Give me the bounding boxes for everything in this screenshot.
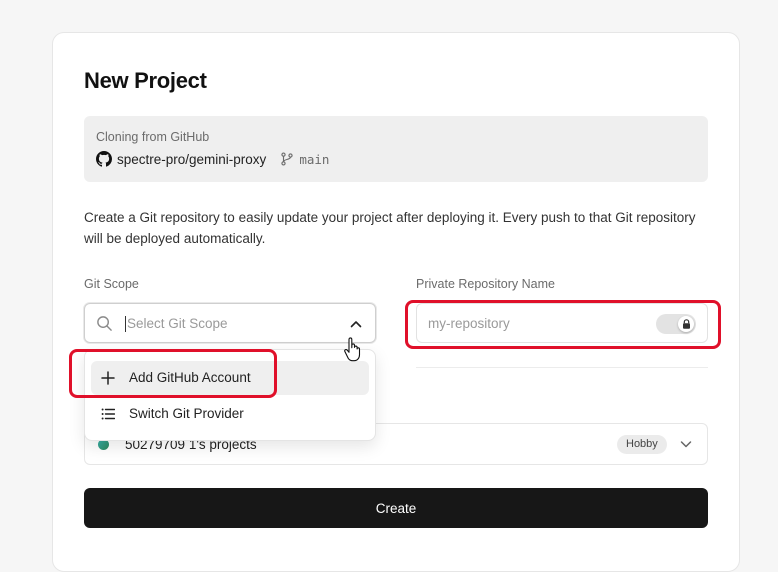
chevron-up-icon[interactable] <box>349 317 363 331</box>
repo-name-label: Private Repository Name <box>416 277 555 291</box>
clone-branch-name: main <box>299 151 330 167</box>
switch-git-provider-option[interactable]: Switch Git Provider <box>91 397 369 431</box>
clone-label: Cloning from GitHub <box>96 130 210 144</box>
list-icon <box>101 408 115 420</box>
description-text: Create a Git repository to easily update… <box>84 210 696 246</box>
clone-source-box: Cloning from GitHub spectre-pro/gemini-p… <box>84 116 708 182</box>
hand-cursor-icon <box>344 337 361 362</box>
dropdown-item-label: Switch Git Provider <box>129 406 244 421</box>
git-scope-combobox[interactable]: Select Git Scope <box>84 303 376 343</box>
search-icon <box>97 316 112 331</box>
git-scope-input[interactable]: Select Git Scope <box>127 316 228 331</box>
git-scope-label: Git Scope <box>84 277 139 291</box>
create-button[interactable]: Create <box>84 488 708 528</box>
text-caret <box>125 316 126 332</box>
section-divider <box>416 367 708 368</box>
git-branch-icon <box>281 152 293 166</box>
page-title: New Project <box>84 68 207 93</box>
clone-repo-name: spectre-pro/gemini-proxy <box>117 151 267 167</box>
github-icon <box>96 151 112 167</box>
annotation-highlight-add-account <box>69 349 277 398</box>
chevron-down-icon[interactable] <box>679 437 693 451</box>
clone-repo-row: spectre-pro/gemini-proxy main <box>96 151 329 167</box>
annotation-highlight-repo-name <box>405 300 721 349</box>
plan-badge: Hobby <box>617 435 667 454</box>
